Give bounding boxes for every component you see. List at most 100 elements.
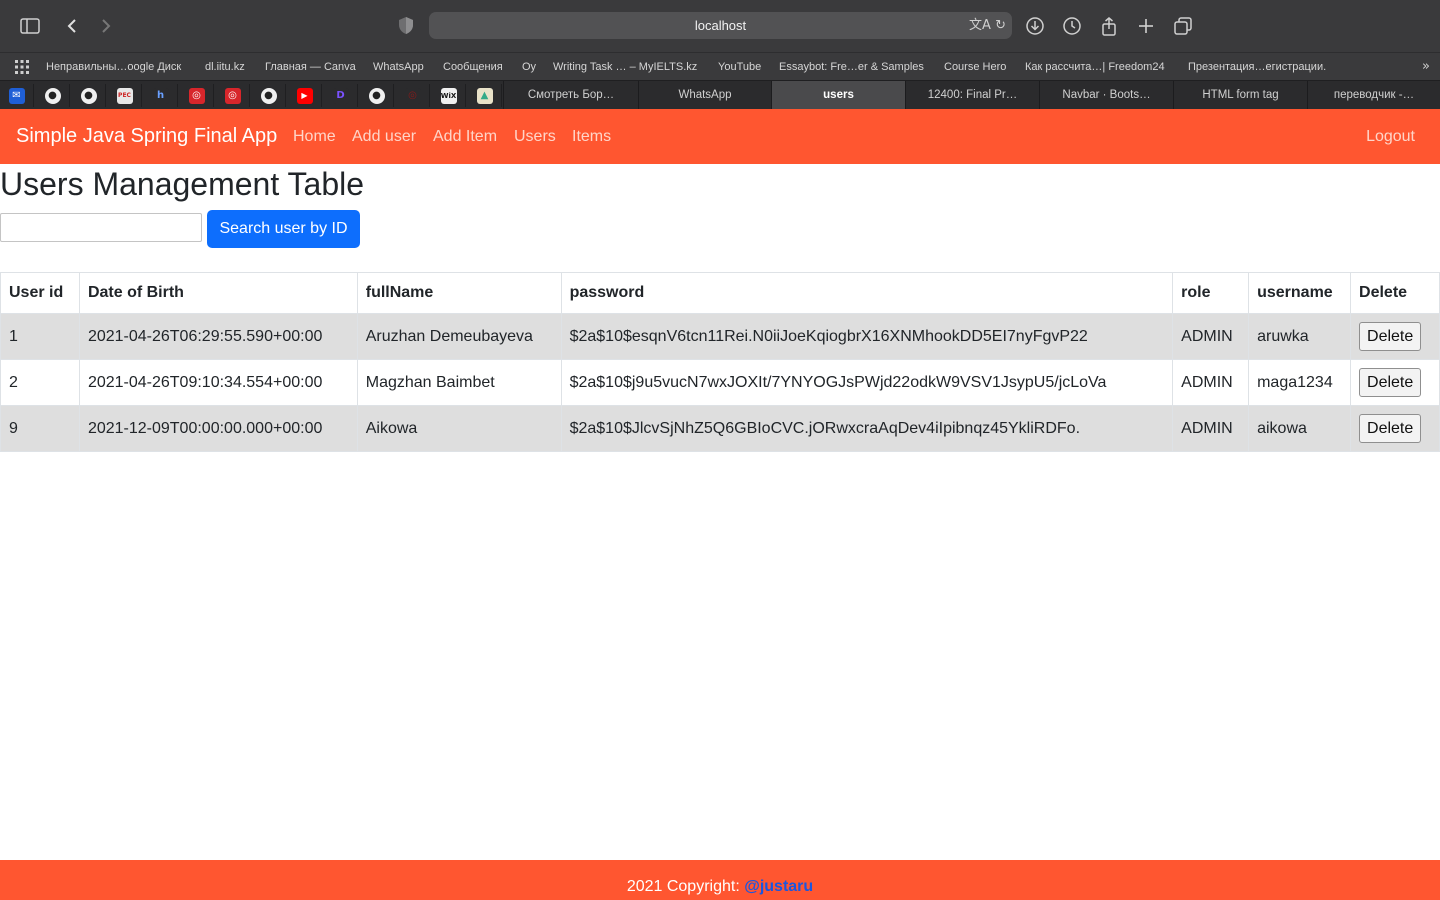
pinned-tab[interactable]: ◎ xyxy=(396,84,430,107)
history-icon[interactable] xyxy=(1061,12,1083,40)
github-icon: ● xyxy=(80,87,97,104)
cell-fullname: Aikowa xyxy=(356,405,562,452)
bookmark-item[interactable]: dl.iitu.kz xyxy=(205,53,245,81)
footer-copyright: 2021 Copyright: xyxy=(626,878,745,895)
reload-icon[interactable]: ↻ xyxy=(995,18,1006,33)
delete-user-button[interactable]: Delete xyxy=(1359,414,1422,443)
github-icon: ● xyxy=(368,87,385,104)
navbar-brand[interactable]: Simple Java Spring Final App xyxy=(16,109,277,164)
bookmark-item[interactable]: YouTube xyxy=(718,53,761,81)
pinned-tab[interactable]: ▲ xyxy=(468,84,502,107)
h-icon: h xyxy=(152,87,169,104)
users-table: User id Date of Birth fullName password … xyxy=(0,272,1440,452)
cell-fullname: Aruzhan Demeubayeva xyxy=(356,313,562,360)
cell-date-of-birth: 2021-04-26T06:29:55.590+00:00 xyxy=(78,313,358,360)
browser-tab[interactable]: Смотреть Бор… xyxy=(503,81,638,110)
site-footer: 2021 Copyright: @justaru xyxy=(0,860,1440,900)
translate-icon[interactable]: 文A xyxy=(969,18,991,33)
address-bar[interactable]: localhost 文A ↻ xyxy=(429,12,1012,39)
pinned-tab[interactable]: ✉ xyxy=(0,84,34,107)
search-user-button[interactable]: Search user by ID xyxy=(207,210,360,248)
pinned-tab[interactable]: ▶ xyxy=(288,84,322,107)
cell-delete: Delete xyxy=(1350,405,1440,452)
share-icon[interactable] xyxy=(1098,12,1120,40)
cell-date-of-birth: 2021-12-09T00:00:00.000+00:00 xyxy=(78,405,358,452)
bookmark-item[interactable]: Оу xyxy=(522,53,536,81)
browser-tab[interactable]: переводчик -… xyxy=(1307,81,1440,110)
nav-link-users[interactable]: Users xyxy=(514,109,556,164)
cell-role: ADMIN xyxy=(1172,359,1250,406)
forward-icon[interactable] xyxy=(96,12,116,40)
logout-link[interactable]: Logout xyxy=(1366,109,1415,164)
apps-grid-icon[interactable] xyxy=(15,60,29,74)
cell-user-id: 9 xyxy=(0,405,80,452)
nav-link-add-user[interactable]: Add user xyxy=(352,109,416,164)
mail-icon: ✉ xyxy=(8,87,25,104)
pinned-tab[interactable]: PEC xyxy=(108,84,142,107)
more-bookmarks-icon[interactable]: » xyxy=(1422,53,1430,81)
cell-password: $2a$10$JlcvSjNhZ5Q6GBIoCVC.jORwxcraAqDev… xyxy=(560,405,1174,452)
column-header-date-of-birth: Date of Birth xyxy=(78,272,358,314)
pinned-tab[interactable]: h xyxy=(144,84,178,107)
browser-tab[interactable]: HTML form tag xyxy=(1173,81,1307,110)
browser-toolbar: localhost 文A ↻ xyxy=(0,0,1440,52)
d-icon: D xyxy=(332,87,349,104)
browser-tab-active[interactable]: users xyxy=(771,81,905,110)
browser-tab[interactable]: WhatsApp xyxy=(638,81,771,110)
bookmark-item[interactable]: Сообщения xyxy=(443,53,503,81)
cell-delete: Delete xyxy=(1350,313,1440,360)
delete-user-button[interactable]: Delete xyxy=(1359,322,1422,351)
bookmarks-bar: Неправильны…oogle Диск dl.iitu.kz Главна… xyxy=(0,52,1440,80)
tab-bar: ✉ ● ● PEC h ◎ ◎ ● ▶ D ● ◎ WiX ▲ Смотреть… xyxy=(0,80,1440,110)
column-header-fullname: fullName xyxy=(356,272,562,314)
wix-icon: WiX xyxy=(440,87,457,104)
bookmark-item[interactable]: Как рассчита…| Freedom24 xyxy=(1025,53,1165,81)
bookmark-item[interactable]: Essaybot: Fre…er & Samples xyxy=(779,53,924,81)
back-icon[interactable] xyxy=(62,12,82,40)
iitu-icon: ◎ xyxy=(224,87,241,104)
pinned-tab[interactable]: ● xyxy=(36,84,70,107)
pinned-tab[interactable]: ● xyxy=(72,84,106,107)
iitu-icon: ◎ xyxy=(404,87,421,104)
pinned-tab[interactable]: D xyxy=(324,84,358,107)
nav-link-items[interactable]: Items xyxy=(572,109,611,164)
tab-overview-icon[interactable] xyxy=(1172,12,1194,40)
pinned-tab[interactable]: WiX xyxy=(432,84,466,107)
pinned-tab[interactable]: ● xyxy=(252,84,286,107)
table-row: 9 2021-12-09T00:00:00.000+00:00 Aikowa $… xyxy=(0,405,1440,452)
site-navbar: Simple Java Spring Final App Home Add us… xyxy=(0,109,1440,164)
new-tab-icon[interactable] xyxy=(1135,12,1157,40)
nav-link-add-item[interactable]: Add Item xyxy=(433,109,497,164)
pinned-tab[interactable]: ● xyxy=(360,84,394,107)
bookmark-item[interactable]: Главная — Canva xyxy=(265,53,356,81)
pinned-tab[interactable]: ◎ xyxy=(216,84,250,107)
column-header-password: password xyxy=(560,272,1174,314)
user-id-search-input[interactable] xyxy=(0,213,202,242)
browser-tab[interactable]: Navbar · Boots… xyxy=(1039,81,1173,110)
delete-user-button[interactable]: Delete xyxy=(1359,368,1422,397)
footer-author-link[interactable]: @justaru xyxy=(744,878,813,895)
bookmark-item[interactable]: Writing Task … – MyIELTS.kz xyxy=(553,53,697,81)
cell-role: ADMIN xyxy=(1172,405,1250,452)
downloads-icon[interactable] xyxy=(1024,12,1046,40)
cell-delete: Delete xyxy=(1350,359,1440,406)
nav-link-home[interactable]: Home xyxy=(293,109,336,164)
sidebar-toggle-icon[interactable] xyxy=(18,12,42,40)
cell-password: $2a$10$esqnV6tcn11Rei.N0iiJoeKqiogbrX16X… xyxy=(560,313,1174,360)
column-header-user-id: User id xyxy=(0,272,80,314)
table-header-row: User id Date of Birth fullName password … xyxy=(0,272,1440,314)
bookmark-item[interactable]: WhatsApp xyxy=(373,53,424,81)
drive-icon: ▲ xyxy=(476,87,493,104)
cell-fullname: Magzhan Baimbet xyxy=(356,359,562,406)
column-header-delete: Delete xyxy=(1350,272,1440,314)
bookmark-item[interactable]: Неправильны…oogle Диск xyxy=(46,53,181,81)
bookmark-item[interactable]: Презентация…егистрации. xyxy=(1188,53,1326,81)
browser-tab[interactable]: 12400: Final Pr… xyxy=(905,81,1039,110)
cell-username: maga1234 xyxy=(1248,359,1352,406)
cell-date-of-birth: 2021-04-26T09:10:34.554+00:00 xyxy=(78,359,358,406)
privacy-shield-icon[interactable] xyxy=(398,16,414,35)
column-header-username: username xyxy=(1248,272,1352,314)
url-text: localhost xyxy=(694,18,747,33)
pinned-tab[interactable]: ◎ xyxy=(180,84,214,107)
bookmark-item[interactable]: Course Hero xyxy=(944,53,1006,81)
